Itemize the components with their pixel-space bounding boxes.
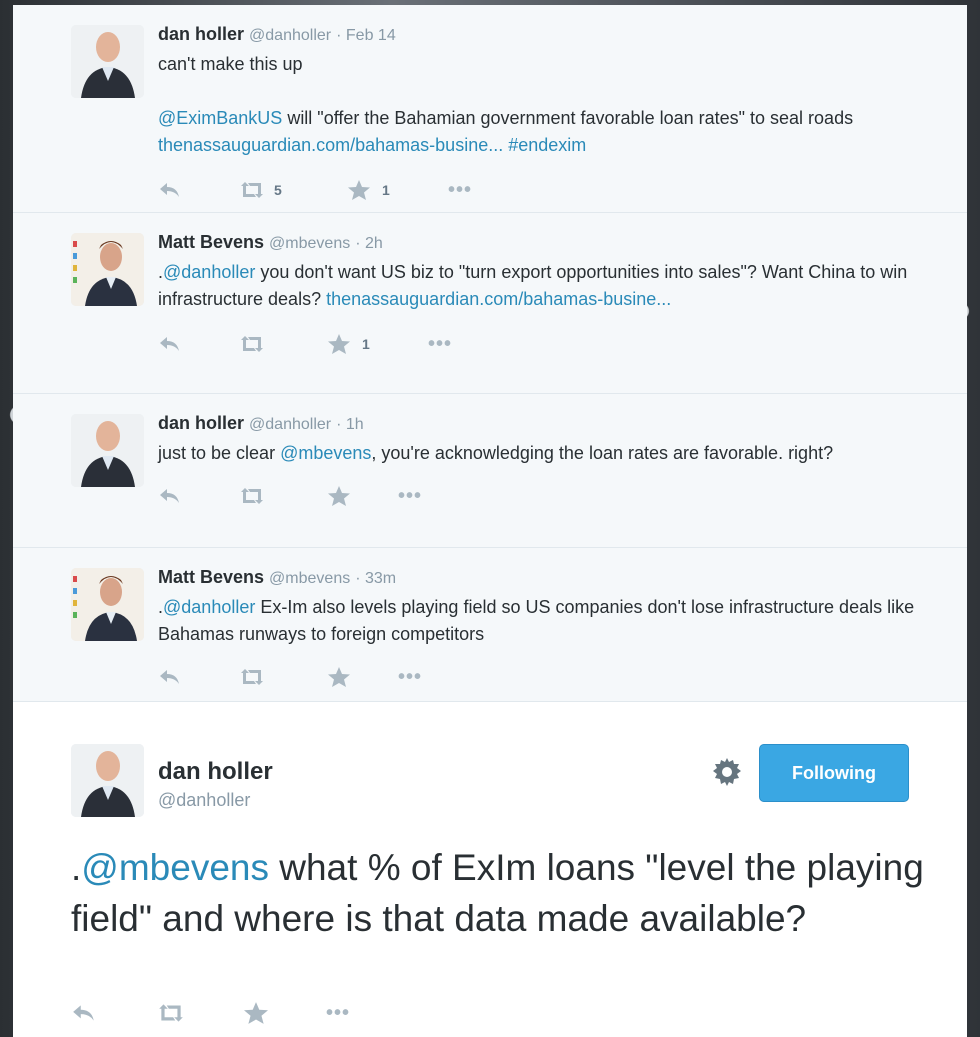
- permalink-tweet: dan holler @danholler Following .@mbeven…: [13, 702, 967, 1037]
- retweet-count: 5: [274, 182, 282, 198]
- author-name[interactable]: dan holler: [158, 413, 244, 433]
- author-handle[interactable]: @mbevens: [269, 235, 350, 252]
- favorite-button[interactable]: [244, 1002, 326, 1024]
- following-button[interactable]: Following: [759, 744, 909, 802]
- tweet-actions: •••: [71, 998, 350, 1028]
- reply-icon: [160, 489, 179, 503]
- author-handle[interactable]: @mbevens: [269, 570, 350, 587]
- more-dots-icon[interactable]: •••: [398, 486, 422, 506]
- tweet-conversation-panel: dan holler @danholler · Feb 14 can't mak…: [13, 5, 967, 1037]
- retweet-button[interactable]: [156, 1003, 244, 1023]
- favorite-count: 1: [362, 336, 370, 352]
- author-handle[interactable]: @danholler: [249, 27, 331, 44]
- retweet-button[interactable]: [238, 487, 328, 505]
- permalink-tweet-text: .@mbevens what % of ExIm loans "level th…: [71, 842, 931, 944]
- retweet-button[interactable]: 5: [238, 181, 348, 199]
- mention-link[interactable]: @EximBankUS: [158, 108, 282, 128]
- reply-icon: [73, 1005, 94, 1021]
- retweet-button[interactable]: [238, 668, 328, 686]
- reply-button[interactable]: [158, 487, 238, 505]
- reply-button[interactable]: [158, 335, 238, 353]
- reply-icon: [160, 337, 179, 351]
- favorite-button[interactable]: [328, 486, 398, 506]
- more-dots-icon[interactable]: •••: [326, 1003, 350, 1023]
- retweet-icon: [241, 669, 263, 685]
- tweet-item[interactable]: Matt Bevens @mbevens · 33m .@danholler E…: [13, 548, 967, 702]
- tweet-item[interactable]: dan holler @danholler · 1h just to be cl…: [13, 394, 967, 548]
- avatar[interactable]: [71, 568, 144, 641]
- tweet-text: .@danholler you don't want US biz to "tu…: [158, 259, 967, 313]
- tweet-text-body: will "offer the Bahamian government favo…: [282, 108, 859, 128]
- tweet-item[interactable]: Matt Bevens @mbevens · 2h .@danholler yo…: [13, 213, 967, 394]
- star-icon: [328, 486, 350, 506]
- mention-link[interactable]: @mbevens: [280, 443, 371, 463]
- star-icon: [244, 1002, 268, 1024]
- tweet-text-prefix: .: [71, 847, 82, 888]
- retweet-icon: [241, 336, 263, 352]
- retweet-button[interactable]: [238, 335, 328, 353]
- tweet-text: can't make this up @EximBankUS will "off…: [158, 51, 967, 159]
- tweet-actions: •••: [158, 654, 967, 700]
- favorite-button[interactable]: [328, 667, 398, 687]
- retweet-icon: [241, 488, 263, 504]
- tweet-text: .@danholler Ex-Im also levels playing fi…: [158, 594, 967, 648]
- url-link[interactable]: thenassauguardian.com/bahamas-busine...: [326, 289, 671, 309]
- author-handle[interactable]: @danholler: [249, 416, 331, 433]
- avatar[interactable]: [71, 744, 144, 817]
- star-icon: [348, 180, 370, 200]
- avatar[interactable]: [71, 414, 144, 487]
- star-icon: [328, 667, 350, 687]
- reply-button[interactable]: [158, 181, 238, 199]
- star-icon: [328, 334, 350, 354]
- author-name[interactable]: Matt Bevens: [158, 567, 264, 587]
- more-dots-icon[interactable]: •••: [428, 334, 452, 354]
- hashtag-link[interactable]: #endexim: [508, 135, 586, 155]
- url-link[interactable]: thenassauguardian.com/bahamas-busine...: [158, 135, 503, 155]
- mention-link[interactable]: @mbevens: [81, 847, 269, 888]
- avatar[interactable]: [71, 233, 144, 306]
- tweet-text-body: Ex-Im also levels playing field so US co…: [158, 597, 920, 644]
- retweet-icon: [241, 182, 263, 198]
- author-name[interactable]: dan holler: [158, 24, 244, 44]
- reply-icon: [160, 670, 179, 684]
- conversation-ancestors: dan holler @danholler · Feb 14 can't mak…: [13, 5, 967, 702]
- author-handle[interactable]: @danholler: [158, 790, 250, 811]
- tweet-text-body: , you're acknowledging the loan rates ar…: [371, 443, 834, 463]
- favorite-count: 1: [382, 182, 390, 198]
- tweet-timestamp[interactable]: · 1h: [336, 416, 364, 433]
- tweet-timestamp[interactable]: · 2h: [355, 235, 383, 252]
- more-dots-icon[interactable]: •••: [398, 667, 422, 687]
- author-name[interactable]: Matt Bevens: [158, 232, 264, 252]
- tweet-actions: 5 1 •••: [158, 167, 967, 213]
- tweet-actions: 1 •••: [158, 321, 967, 367]
- avatar[interactable]: [71, 25, 144, 98]
- mention-link[interactable]: @danholler: [163, 597, 255, 617]
- gear-icon[interactable]: [713, 758, 741, 791]
- favorite-button[interactable]: 1: [348, 180, 448, 200]
- reply-button[interactable]: [71, 1003, 156, 1023]
- mention-link[interactable]: @danholler: [163, 262, 255, 282]
- tweet-timestamp[interactable]: · Feb 14: [336, 27, 396, 44]
- retweet-icon: [159, 1004, 183, 1022]
- tweet-text-line: can't make this up: [158, 54, 303, 74]
- tweet-timestamp[interactable]: · 33m: [355, 570, 396, 587]
- tweet-text: just to be clear @mbevens, you're acknow…: [158, 440, 967, 467]
- more-dots-icon[interactable]: •••: [448, 180, 472, 200]
- tweet-actions: •••: [158, 473, 967, 519]
- reply-button[interactable]: [158, 668, 238, 686]
- reply-icon: [160, 183, 179, 197]
- author-name[interactable]: dan holler: [158, 758, 273, 786]
- favorite-button[interactable]: 1: [328, 334, 428, 354]
- tweet-item[interactable]: dan holler @danholler · Feb 14 can't mak…: [13, 5, 967, 213]
- tweet-text-body: just to be clear: [158, 443, 281, 463]
